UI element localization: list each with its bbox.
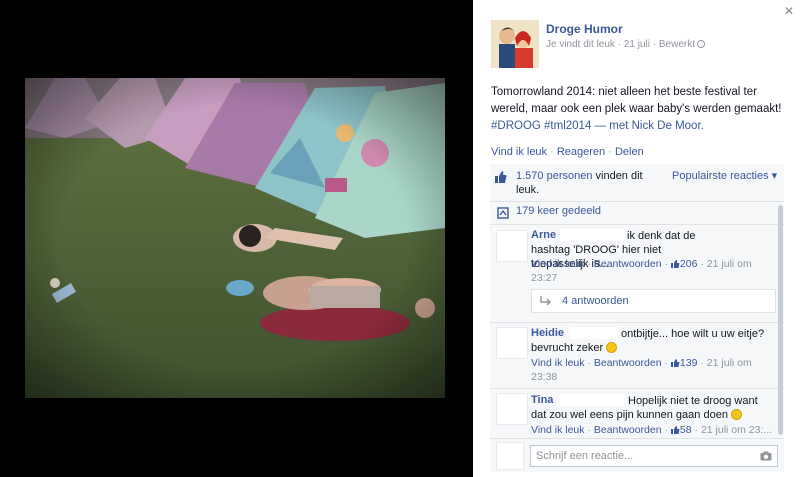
replies-toggle[interactable]: 4 antwoorden [531, 289, 776, 313]
festival-photo-image [25, 78, 445, 398]
popular-comments-dropdown[interactable]: Populairste reacties ▾ [672, 169, 777, 182]
camera-icon[interactable] [760, 451, 772, 461]
comment-composer [490, 438, 784, 472]
comment-like-button[interactable]: Vind ik leuk [531, 424, 585, 436]
comment-like-button[interactable]: Vind ik leuk [531, 258, 585, 270]
comment-footer: Vind ik leuk · Beantwoorden · 206 · 21 j… [531, 258, 752, 284]
comment-like-count-icon [670, 260, 680, 268]
comment-text: Hopelijk niet te droog want dat zou wel … [531, 394, 771, 422]
post-text: Tomorrowland 2014: niet alleen het beste… [491, 84, 791, 135]
comment-reply-button[interactable]: Beantwoorden [594, 258, 662, 270]
post-actions: Vind ik leuk · Reageren · Delen [491, 146, 644, 158]
post-period: . [700, 120, 704, 132]
comment-time[interactable]: 21 juli om 23:... [701, 424, 772, 436]
comment-like-count-icon [670, 426, 680, 434]
comment-footer: Vind ik leuk · Beantwoorden · 58 · 21 ju… [531, 424, 773, 436]
comment-text-body: ontbijtje... hoe wilt u uw eitje? bevruc… [531, 328, 765, 354]
shares-row: 179 keer gedeeld [490, 202, 784, 225]
likes-summary: 1.570 personen vinden dit leuk. [516, 169, 661, 197]
comment-reply-button[interactable]: Beantwoorden [594, 424, 662, 436]
comment-like-button[interactable]: Vind ik leuk [531, 357, 585, 369]
like-button[interactable]: Vind ik leuk [491, 146, 547, 158]
comment-like-count[interactable]: 58 [680, 424, 692, 436]
comment-item: Heidie ontbijtje... hoe wilt u uw eitje?… [490, 322, 784, 388]
with-label: — met [591, 120, 632, 132]
replies-count[interactable]: 4 antwoorden [562, 295, 629, 307]
photo-stage [0, 0, 473, 477]
meta-separator: · [649, 39, 659, 50]
page-header: Droge Humor Je vindt dit leuk · 21 juli … [491, 20, 791, 70]
likes-count-link[interactable]: 1.570 personen [516, 170, 592, 182]
post-date[interactable]: 21 juli [624, 39, 650, 50]
post-photo[interactable] [25, 78, 445, 398]
likes-row: 1.570 personen vinden dit leuk. Populair… [490, 164, 784, 202]
edited-label[interactable]: Bewerkt [659, 39, 695, 50]
thumbs-up-icon [495, 171, 507, 183]
comment-button[interactable]: Reageren [557, 146, 605, 158]
globe-icon [696, 40, 705, 48]
comment-like-count[interactable]: 139 [680, 357, 698, 369]
comment-text-body: Hopelijk niet te droog want dat zou wel … [531, 395, 758, 421]
comment-item: Tina Hopelijk niet te droog want dat zou… [490, 388, 784, 438]
post-body: Tomorrowland 2014: niet alleen het beste… [491, 86, 782, 115]
comment-reply-button[interactable]: Beantwoorden [594, 357, 662, 369]
liked-status: Je vindt dit leuk [546, 39, 615, 50]
reply-arrow-icon [540, 296, 551, 306]
action-separator: · [547, 146, 557, 158]
post-hashtags[interactable]: #DROOG #tml2014 [491, 120, 591, 132]
shares-count-link[interactable]: 179 keer gedeeld [516, 205, 601, 217]
share-icon [497, 207, 509, 219]
close-icon[interactable]: ✕ [784, 4, 794, 18]
comments-scrollbar[interactable] [778, 205, 783, 435]
page-avatar-image [491, 20, 539, 68]
commenter-avatar[interactable] [496, 393, 528, 425]
smiley-emoticon-icon [606, 342, 618, 353]
comment-text: ontbijtje... hoe wilt u uw eitje? bevruc… [531, 327, 771, 355]
commenter-avatar[interactable] [496, 230, 528, 262]
comment-like-count-icon [670, 359, 680, 367]
page-name[interactable]: Droge Humor [546, 22, 623, 36]
share-button[interactable]: Delen [615, 146, 644, 158]
commenter-avatar[interactable] [496, 327, 528, 359]
post-meta: Je vindt dit leuk · 21 juli · Bewerkt [546, 39, 705, 50]
action-separator: · [605, 146, 615, 158]
comment-input[interactable] [530, 445, 778, 467]
comment-footer: Vind ik leuk · Beantwoorden · 139 · 21 j… [531, 357, 752, 383]
page-avatar[interactable] [491, 20, 539, 68]
current-user-avatar [496, 442, 524, 470]
tagged-person-link[interactable]: Nick De Moor [632, 120, 701, 132]
ufi-section: 1.570 personen vinden dit leuk. Populair… [490, 164, 784, 438]
meta-separator: · [614, 39, 624, 50]
smiley-emoticon-icon [731, 409, 742, 420]
comment-like-count[interactable]: 206 [680, 258, 698, 270]
